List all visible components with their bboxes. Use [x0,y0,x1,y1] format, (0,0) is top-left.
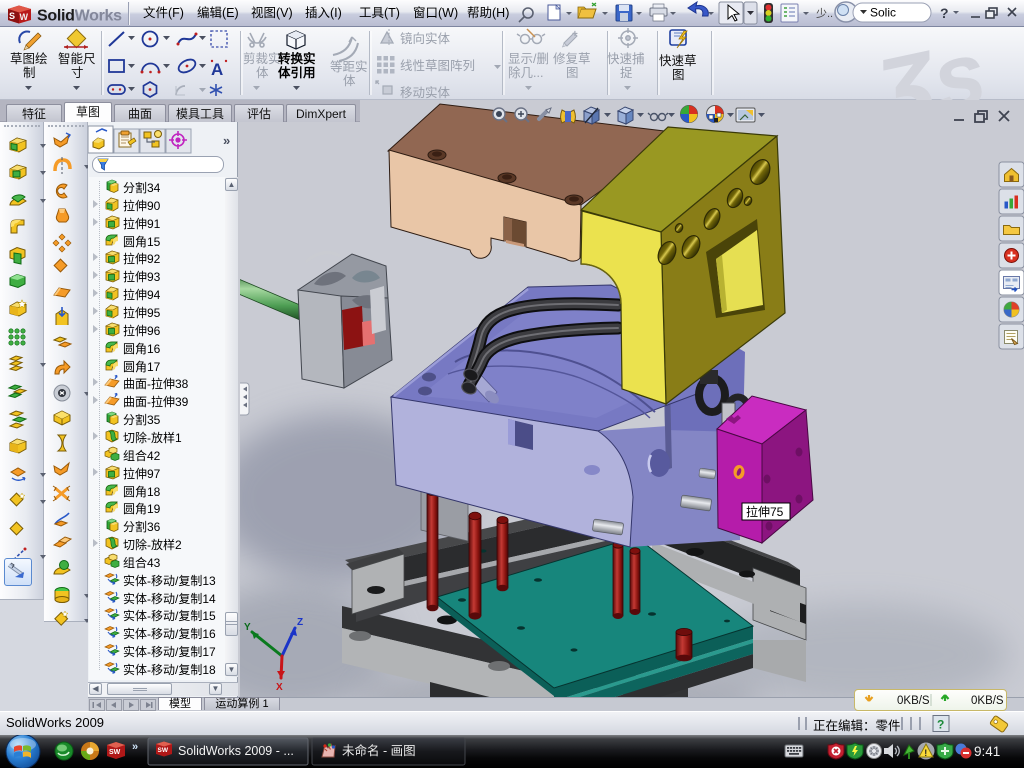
svg-text:9:41: 9:41 [974,744,1000,759]
svg-text:体引用: 体引用 [278,65,316,80]
svg-text:少..: 少.. [816,7,833,20]
svg-text:图: 图 [566,66,579,80]
svg-text:移动实体: 移动实体 [400,85,451,100]
svg-text:快速捕: 快速捕 [607,51,645,66]
svg-text:显示/删: 显示/删 [508,52,549,66]
svg-text:+: + [572,29,578,40]
svg-text:?: ? [940,5,949,21]
svg-text:Ʒs: Ʒs [864,27,995,100]
svg-text:?: ? [937,718,944,732]
svg-text:草图绘: 草图绘 [10,51,48,66]
svg-text:Y: Y [244,622,251,633]
svg-text:»: » [223,133,230,148]
svg-text:修复草: 修复草 [553,51,591,66]
svg-text:寸: 寸 [71,66,84,80]
svg-text:捉: 捉 [620,65,633,80]
svg-text:智能尺: 智能尺 [58,51,96,66]
svg-text:未命名 - 画图: 未命名 - 画图 [342,743,416,758]
svg-text:X: X [276,682,283,693]
svg-text:转换实: 转换实 [278,51,316,66]
svg-text:等距实: 等距实 [330,59,368,74]
svg-text:SolidWorks: SolidWorks [37,8,122,25]
svg-text:镜向实体: 镜向实体 [400,31,451,46]
svg-text:0KB/S: 0KB/S [971,695,1004,707]
svg-text:SW: SW [109,749,121,756]
svg-text:剪裁实: 剪裁实 [243,51,281,66]
svg-text:0KB/S: 0KB/S [897,695,930,707]
svg-text:SolidWorks 2009 - ...: SolidWorks 2009 - ... [178,744,294,758]
svg-text:图: 图 [672,68,685,82]
svg-text:»: » [132,741,138,753]
svg-text:Z: Z [297,617,303,628]
svg-text:体: 体 [343,74,356,88]
svg-text:A: A [211,60,223,79]
svg-text:快速草: 快速草 [659,54,697,68]
svg-text:Solic: Solic [870,6,896,20]
svg-text:S: S [9,11,15,21]
svg-text:线性草图阵列: 线性草图阵列 [400,59,475,73]
svg-text:制: 制 [23,66,36,80]
svg-text:!: ! [924,748,927,758]
svg-text:拉伸75: 拉伸75 [746,504,784,519]
svg-text:体: 体 [256,66,269,80]
svg-text:W: W [20,12,29,22]
svg-text:除几...: 除几... [508,65,543,80]
svg-text:SW: SW [158,747,169,754]
